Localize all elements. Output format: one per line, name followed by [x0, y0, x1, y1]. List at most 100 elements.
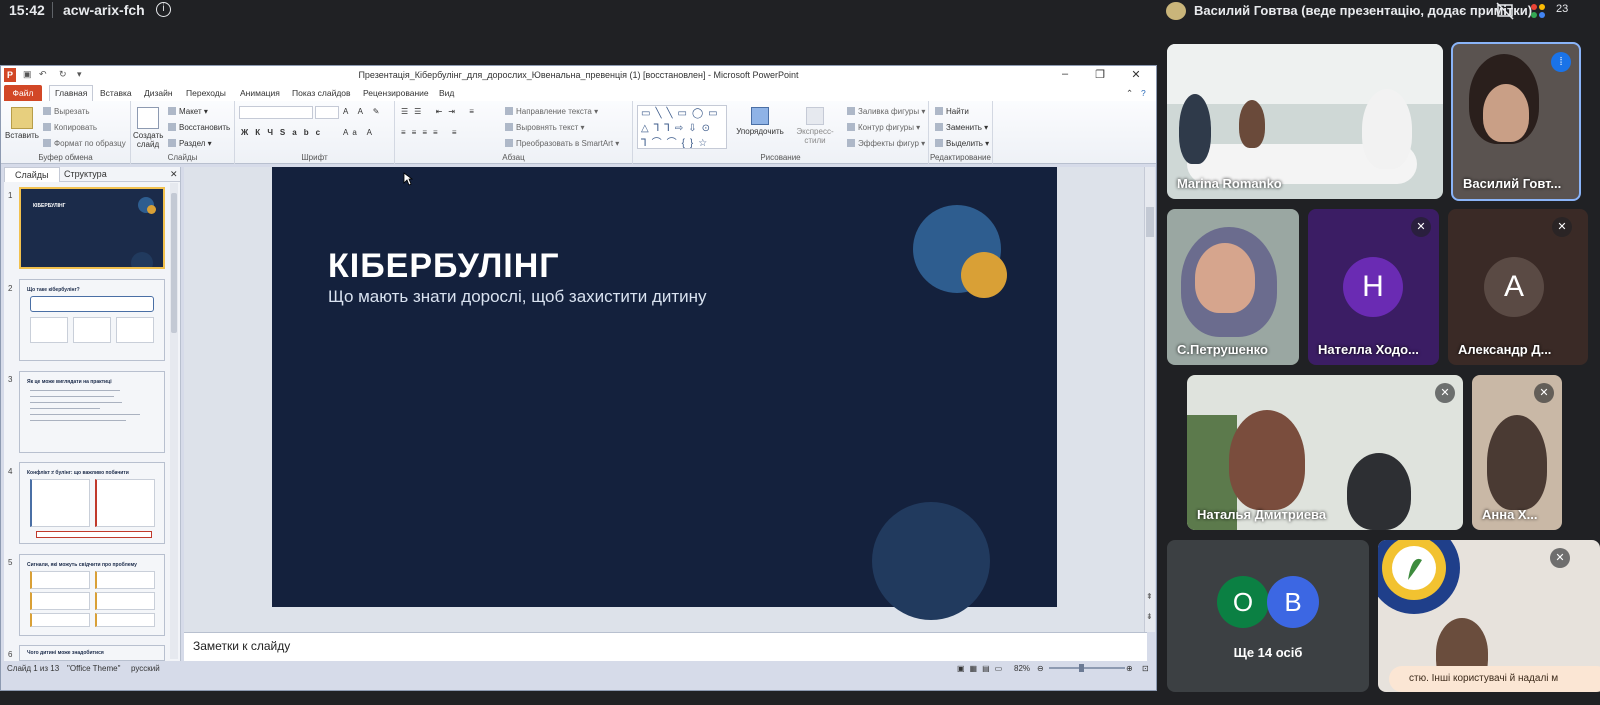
participant-tile[interactable]: ✕ Анна Х... [1472, 375, 1562, 530]
quick-styles-button[interactable]: Экспресс-стили [787, 107, 843, 145]
avatar: В [1267, 576, 1319, 628]
maximize-icon[interactable]: ❐ [1090, 68, 1110, 81]
font-size-controls[interactable]: A A ✎ [343, 107, 384, 116]
scroll-thumb[interactable] [1146, 207, 1154, 237]
participant-tile[interactable]: Н ✕ Нателла Ходо... [1308, 209, 1439, 365]
tab-transitions[interactable]: Переходы [186, 88, 226, 98]
find-icon [935, 107, 943, 115]
text-direction-button[interactable]: Направление текста ▾ [505, 107, 598, 116]
section-icon [168, 139, 176, 147]
section-button[interactable]: Раздел ▾ [168, 139, 212, 148]
font-size-select[interactable] [315, 106, 339, 119]
quick-styles-icon [806, 107, 824, 125]
reset-button[interactable]: Восстановить [168, 123, 230, 132]
minimize-ribbon-icon[interactable]: ⌃ [1126, 88, 1133, 99]
scroll-thumb[interactable] [171, 193, 177, 333]
more-participants-tile[interactable]: О В Ще 14 осіб [1167, 540, 1369, 692]
participant-tile[interactable]: С.Петрушенко [1167, 209, 1299, 365]
presenter-text: Василий Говтва (веде презентацію, додає … [1194, 3, 1533, 18]
layout-button[interactable]: Макет ▾ [168, 107, 208, 116]
thumb-box [95, 479, 155, 527]
tab-file[interactable]: Файл [4, 85, 42, 101]
slide-thumbnail[interactable]: Сигнали, які можуть свідчити про проблем… [19, 554, 165, 636]
new-slide-button[interactable]: Создать слайд [133, 107, 163, 149]
tab-design[interactable]: Дизайн [144, 88, 173, 98]
slide-thumbnail[interactable]: КІБЕРБУЛІНГ [19, 187, 165, 269]
close-panel-icon[interactable]: ✕ [170, 169, 178, 180]
drawing-group: ▭╲╲▭◯▭ △⅂⅂⇨⇩⊙ ⅂⌒⌒{}☆ Упорядочить Экспресс-… [633, 101, 929, 164]
align-text-button[interactable]: Выровнять текст ▾ [505, 123, 585, 132]
cut-button[interactable]: Вырезать [43, 107, 90, 116]
smartart-button[interactable]: Преобразовать в SmartArt ▾ [505, 139, 619, 148]
replace-button[interactable]: Заменить ▾ [935, 123, 988, 132]
people-icon[interactable] [1528, 1, 1548, 21]
tab-animation[interactable]: Анимация [240, 88, 280, 98]
zoom-slider[interactable] [1049, 664, 1125, 672]
tab-insert[interactable]: Вставка [100, 88, 132, 98]
video-person [1229, 410, 1305, 510]
participant-tile[interactable]: Marina Romanko [1167, 44, 1443, 199]
find-button[interactable]: Найти [935, 107, 969, 116]
text-direction-icon [505, 107, 513, 115]
meet-screen: { "meet": { "time": "15:42", "meeting_co… [0, 0, 1600, 705]
list-buttons[interactable]: ☰☰ ⇤⇥ ≡ [401, 107, 480, 116]
thumb-box [95, 592, 155, 610]
shape-fill-button[interactable]: Заливка фигуры ▾ [847, 107, 925, 116]
select-button[interactable]: Выделить ▾ [935, 139, 989, 148]
slide-thumbnail[interactable]: Що таке кібербулінг? [19, 279, 165, 361]
tab-review[interactable]: Рецензирование [363, 88, 429, 98]
slide-title[interactable]: КІБЕРБУЛІНГ [328, 247, 560, 286]
paste-button[interactable]: Вставить [5, 107, 39, 140]
font-format-buttons[interactable]: ЖКЧSabc [241, 128, 327, 137]
tab-slideshow[interactable]: Показ слайдов [292, 88, 351, 98]
panel-scrollbar[interactable] [170, 183, 178, 659]
mic-off-icon: ✕ [1534, 383, 1554, 403]
close-icon[interactable]: ✕ [1126, 68, 1146, 81]
cut-label: Вырезать [54, 107, 90, 116]
notes-pane[interactable]: Заметки к слайду [184, 632, 1147, 661]
thumb-line [30, 402, 122, 403]
align-buttons[interactable]: ≡≡≡≡ ≡ [401, 128, 463, 137]
format-painter-button[interactable]: Формат по образцу [43, 139, 126, 148]
help-icon[interactable]: ? [1141, 88, 1146, 98]
font-name-select[interactable] [239, 106, 313, 119]
shape-outline-button[interactable]: Контур фигуры ▾ [847, 123, 920, 132]
clipboard-group: Вставить Вырезать Копировать Формат по о… [1, 101, 131, 164]
participant-tile[interactable]: ⁞ Василий Говт... [1451, 42, 1581, 201]
participant-tile[interactable]: А ✕ Александр Д... [1448, 209, 1588, 365]
slide-thumbnail[interactable]: Чого дитині може знадобитися [19, 645, 165, 661]
zoom-slider-thumb[interactable] [1079, 664, 1084, 672]
shape-effects-button[interactable]: Эффекты фигур ▾ [847, 139, 925, 148]
participant-tile[interactable]: ✕ Наталья Дмитриева [1187, 375, 1463, 530]
font-color-buttons[interactable]: Aa A [343, 128, 376, 137]
zoom-level[interactable]: 82% [1014, 664, 1030, 673]
zoom-in-icon[interactable]: ⊕ [1126, 664, 1133, 673]
slide-thumbnail[interactable]: Конфлікт ≠ булінг: що важливо побачити [19, 462, 165, 544]
language[interactable]: русский [131, 664, 160, 673]
tab-home[interactable]: Главная [49, 85, 94, 102]
tab-view[interactable]: Вид [439, 88, 454, 98]
copy-button[interactable]: Копировать [43, 123, 97, 132]
presenter-avatar [1166, 1, 1186, 20]
slide-thumbnail[interactable]: Як це може виглядати на практиці [19, 371, 165, 453]
panel-tabs: Слайды Структура ✕ [4, 167, 180, 182]
zoom-out-icon[interactable]: ⊖ [1037, 664, 1044, 673]
slide-subtitle[interactable]: Що мають знати дорослі, щоб захистити ди… [328, 287, 707, 307]
stop-presenting-icon[interactable] [1495, 1, 1515, 21]
thumbnail-title: Чого дитині може знадобитися [27, 650, 104, 656]
prev-slide-icon[interactable]: ⇞ [1146, 592, 1153, 601]
thumb-line [30, 396, 114, 397]
arrange-button[interactable]: Упорядочить [735, 107, 785, 136]
next-slide-icon[interactable]: ⇟ [1146, 612, 1153, 621]
view-buttons[interactable]: ▣▦▤▭ [957, 664, 1007, 673]
participant-name: Marina Romanko [1177, 176, 1282, 191]
tab-slides[interactable]: Слайды [4, 167, 60, 182]
minimize-icon[interactable]: – [1055, 68, 1075, 80]
shapes-gallery[interactable]: ▭╲╲▭◯▭ △⅂⅂⇨⇩⊙ ⅂⌒⌒{}☆ [637, 105, 727, 149]
fit-slide-icon[interactable]: ⊡ [1142, 664, 1149, 673]
presenter-chip[interactable]: Василий Говтва (веде презентацію, додає … [1166, 0, 1532, 21]
info-icon[interactable]: i [156, 2, 171, 17]
tab-outline[interactable]: Структура [64, 169, 107, 179]
current-slide[interactable]: КІБЕРБУЛІНГ Що мають знати дорослі, щоб … [272, 167, 1057, 620]
slide-scrollbar[interactable]: ⇞ ⇟ [1144, 167, 1155, 632]
